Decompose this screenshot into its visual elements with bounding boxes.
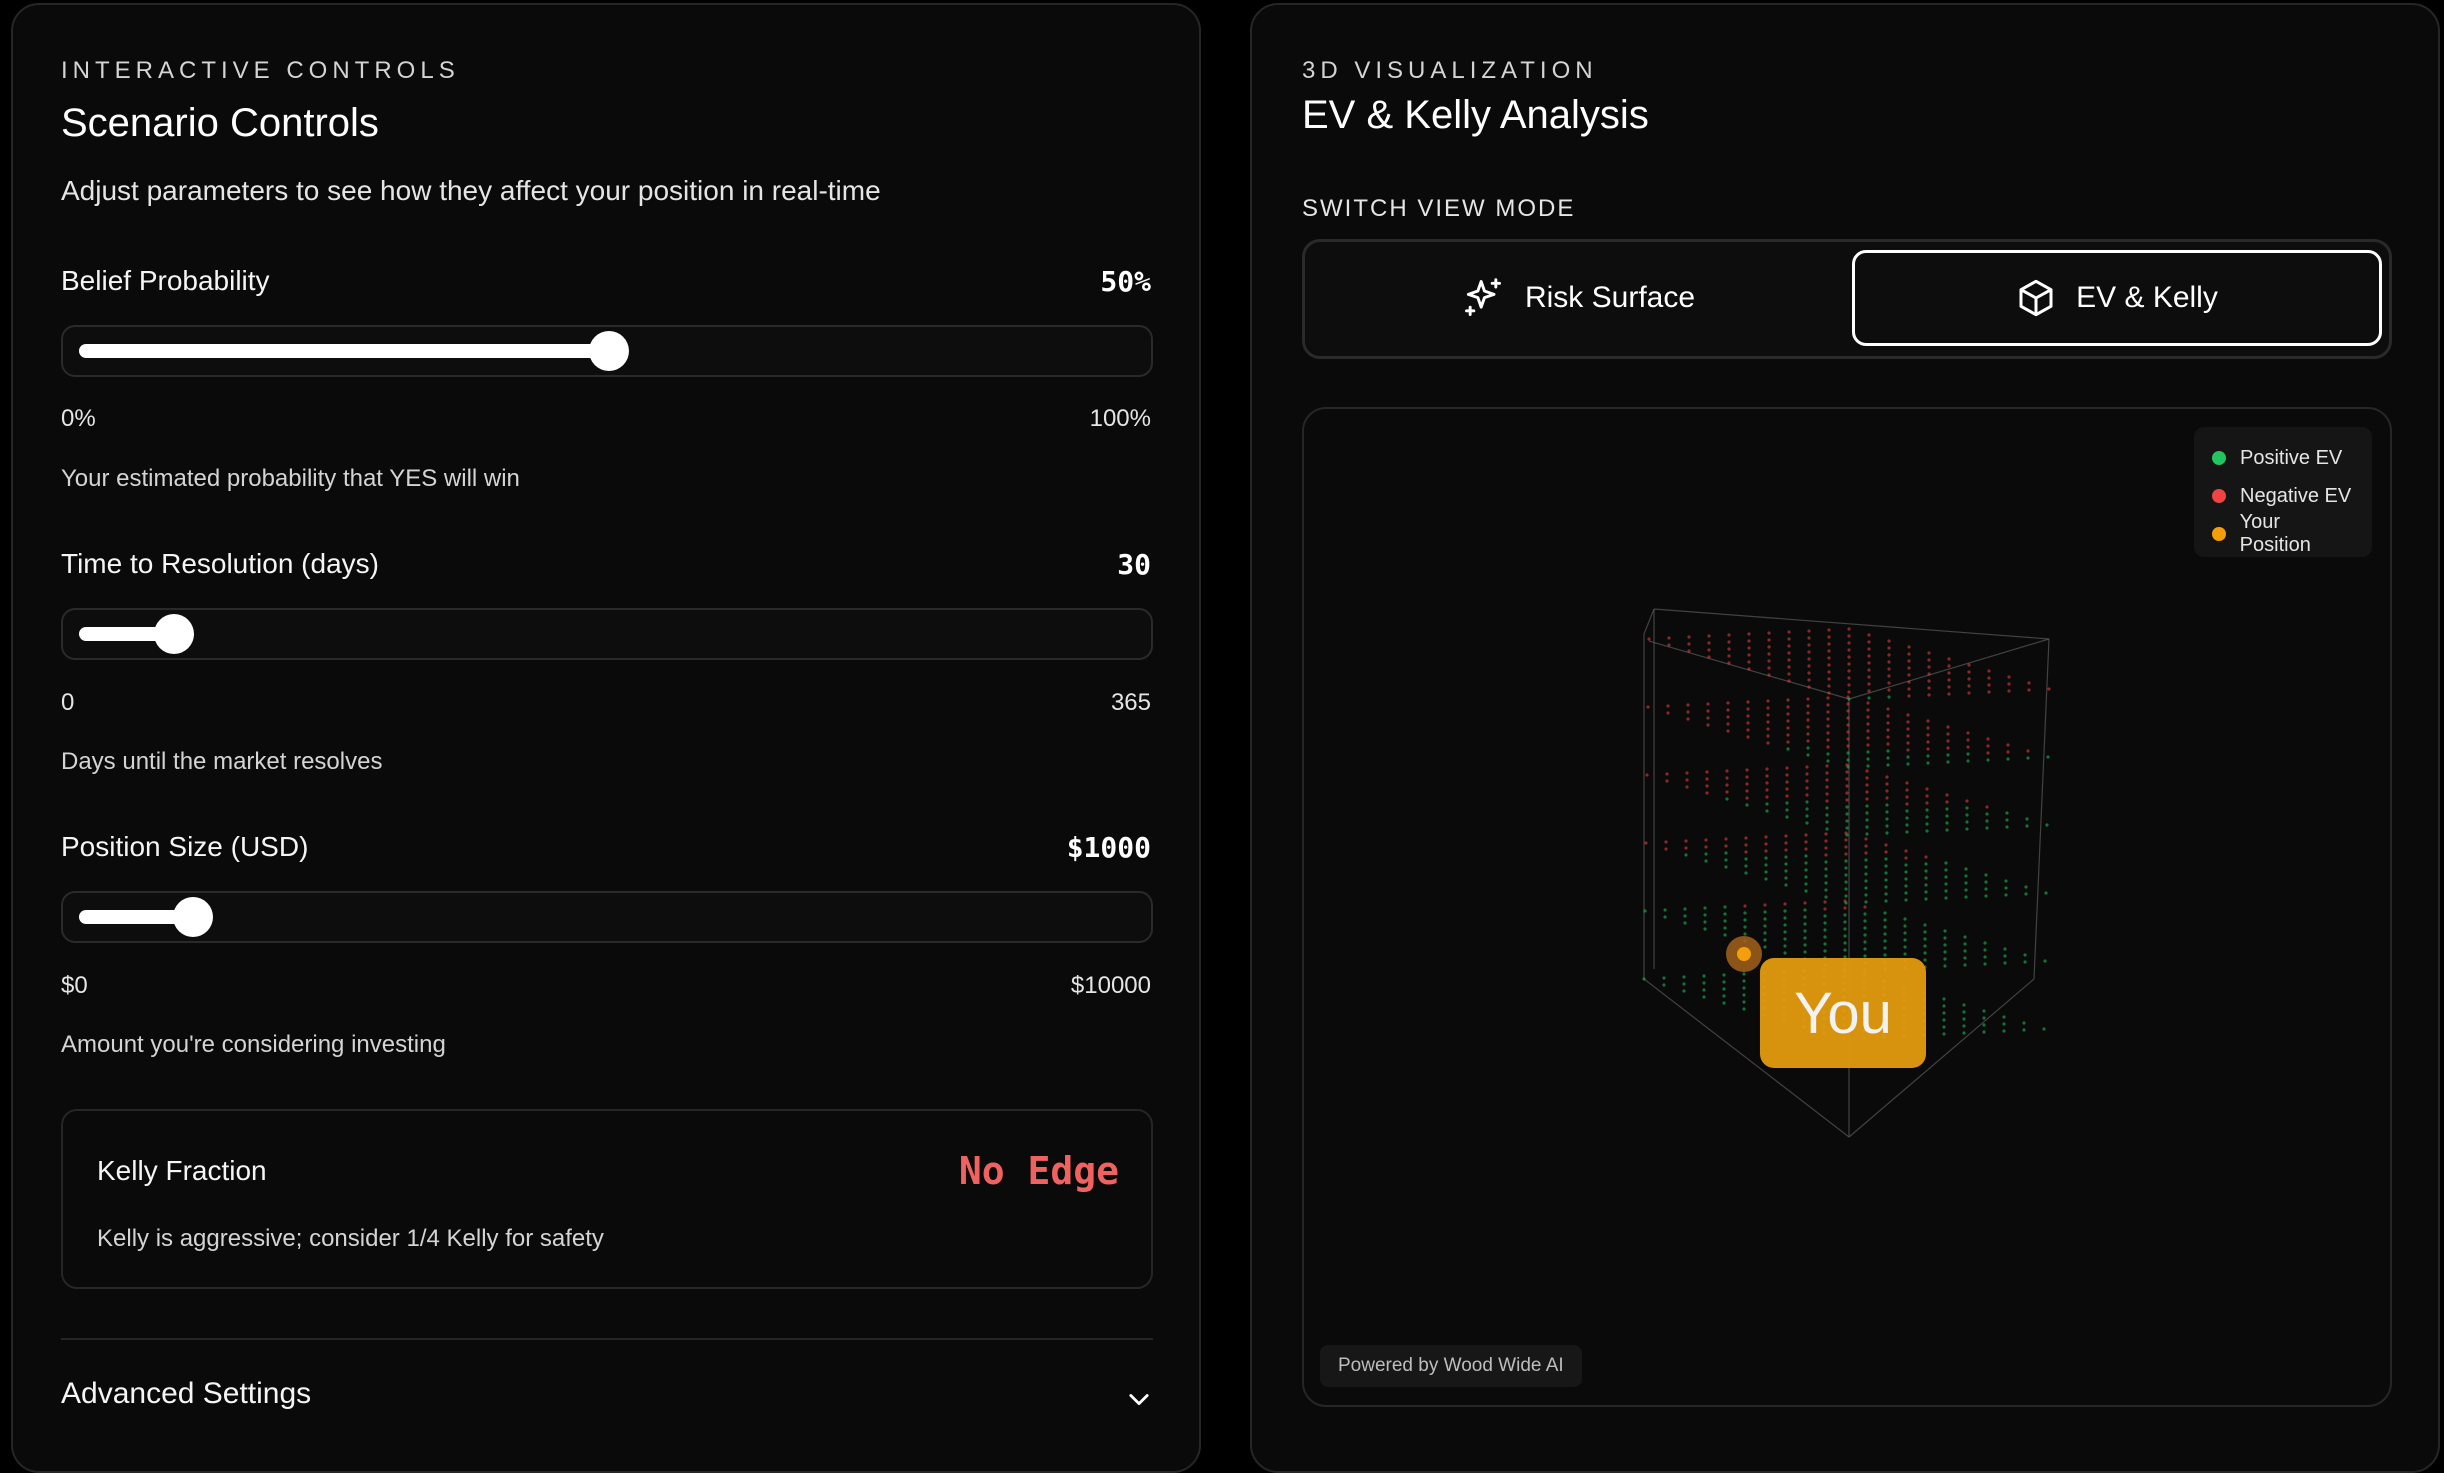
ev-kelly-button[interactable]: EV & Kelly <box>1852 250 2382 346</box>
section-eyebrow: INTERACTIVE CONTROLS <box>61 57 460 84</box>
visualization-panel: 3D VISUALIZATION EV & Kelly Analysis SWI… <box>1250 3 2440 1473</box>
slider-min-label: $0 <box>61 972 88 999</box>
powered-by-badge: Powered by Wood Wide AI <box>1320 1345 1582 1387</box>
slider-min-label: 0% <box>61 405 96 432</box>
belief-probability-slider[interactable] <box>61 325 1153 377</box>
slider-max-label: $10000 <box>1070 972 1151 999</box>
belief-probability-label: Belief Probability <box>61 265 270 296</box>
position-size-label: Position Size (USD) <box>61 831 309 862</box>
legend-dot <box>2212 451 2226 465</box>
time-to-resolution-label: Time to Resolution (days) <box>61 548 379 579</box>
position-size-value: $1000 <box>1066 831 1151 864</box>
panel-title: Scenario Controls <box>61 101 379 145</box>
scenario-controls-panel: INTERACTIVE CONTROLS Scenario Controls A… <box>11 3 1201 1473</box>
legend-dot <box>2212 527 2226 541</box>
your-position-dot <box>1737 947 1751 961</box>
legend-label: Your Position <box>2239 511 2311 556</box>
legend-dot <box>2212 489 2226 503</box>
legend-item-positive-ev: Positive EV <box>2212 439 2354 477</box>
view-mode-label: SWITCH VIEW MODE <box>1302 195 1576 222</box>
view-mode-toggle: Risk Surface EV & Kelly <box>1302 239 2392 359</box>
kelly-fraction-card: Kelly Fraction No Edge Kelly is aggressi… <box>61 1109 1153 1289</box>
advanced-settings-label: Advanced Settings <box>61 1377 312 1410</box>
position-size-help: Amount you're considering investing <box>61 1031 446 1058</box>
divider <box>61 1338 1153 1340</box>
cube-icon <box>2019 279 2053 317</box>
time-to-resolution-slider[interactable] <box>61 608 1153 660</box>
kelly-fraction-label: Kelly Fraction <box>97 1155 267 1186</box>
position-size-slider[interactable] <box>61 891 1153 943</box>
your-position-badge: You <box>1760 958 1926 1068</box>
slider-min-label: 0 <box>61 689 75 716</box>
panel-subtitle: Adjust parameters to see how they affect… <box>61 175 881 206</box>
kelly-fraction-value: No Edge <box>958 1149 1119 1193</box>
ev-kelly-cube-plot <box>1642 608 2051 1138</box>
slider-fill <box>79 344 609 358</box>
panel-title: EV & Kelly Analysis <box>1302 93 1649 137</box>
advanced-settings-toggle[interactable]: Advanced Settings <box>61 1377 1153 1421</box>
legend-label: Negative EV <box>2240 484 2352 507</box>
legend-item-negative-ev: Negative EV <box>2212 477 2354 515</box>
belief-probability-help: Your estimated probability that YES will… <box>61 465 520 492</box>
3d-visualization-canvas[interactable]: Positive EV Negative EV Your Position Yo… <box>1302 407 2392 1407</box>
risk-surface-label: Risk Surface <box>1524 281 1696 314</box>
slider-max-label: 100% <box>1089 405 1151 432</box>
slider-thumb[interactable] <box>173 897 213 937</box>
risk-surface-button[interactable]: Risk Surface <box>1313 250 1843 346</box>
belief-probability-value: 50% <box>1100 265 1151 298</box>
time-to-resolution-help: Days until the market resolves <box>61 748 383 775</box>
kelly-fraction-note: Kelly is aggressive; consider 1/4 Kelly … <box>97 1225 604 1252</box>
legend: Positive EV Negative EV Your Position <box>2194 427 2372 557</box>
slider-max-label: 365 <box>1110 689 1151 716</box>
ev-kelly-label: EV & Kelly <box>2076 281 2218 314</box>
sparkles-icon <box>1465 278 1501 316</box>
slider-thumb[interactable] <box>154 614 194 654</box>
legend-label: Positive EV <box>2240 446 2343 469</box>
time-to-resolution-value: 30 <box>1117 548 1151 581</box>
chevron-down-icon <box>1129 1394 1149 1406</box>
slider-thumb[interactable] <box>589 331 629 371</box>
section-eyebrow: 3D VISUALIZATION <box>1302 57 1598 84</box>
legend-item-your-position: Your Position <box>2212 511 2354 556</box>
